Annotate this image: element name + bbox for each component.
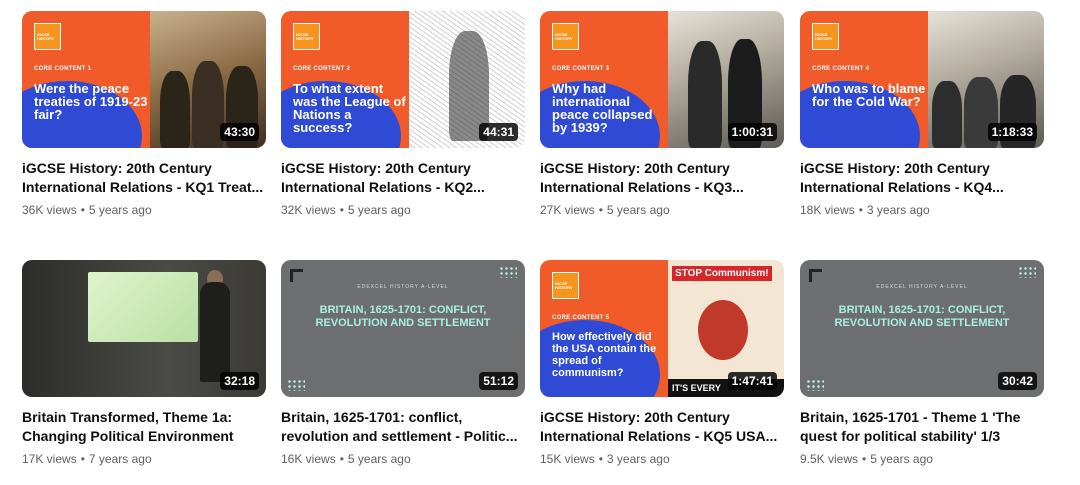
lecturer-figure xyxy=(200,282,230,382)
view-count: 27K views xyxy=(540,203,595,217)
upload-age: 5 years ago xyxy=(606,203,670,217)
video-meta: 18K views • 3 years ago xyxy=(800,203,930,217)
view-count: 16K views xyxy=(281,452,336,466)
video-title[interactable]: Britain, 1625-1701 - Theme 1 'The quest … xyxy=(800,408,1044,446)
upload-age: 5 years ago xyxy=(347,203,411,217)
thumbnail-question: Who was to blame for the Cold War? xyxy=(812,81,926,109)
logo-icon: IGCSE HISTORY xyxy=(552,272,579,299)
logo-icon: IGCSE HISTORY xyxy=(552,23,579,50)
video-card[interactable]: IGCSE HISTORY CORE CONTENT 1 Were the pe… xyxy=(22,11,266,218)
video-thumbnail[interactable]: 32:18 xyxy=(22,260,266,397)
poster-headline: STOP Communism! xyxy=(672,266,772,281)
video-meta: 36K views • 5 years ago xyxy=(22,203,152,217)
video-title[interactable]: iGCSE History: 20th Century Internationa… xyxy=(540,159,784,197)
video-duration: 51:12 xyxy=(479,372,518,390)
thumbnail-question: Were the peace treaties of 1919-23 fair? xyxy=(34,81,148,122)
core-content-label: CORE CONTENT 2 xyxy=(293,66,351,72)
video-duration: 44:31 xyxy=(479,123,518,141)
dot-grid-icon xyxy=(806,379,824,391)
logo-icon: IGCSE HISTORY xyxy=(812,23,839,50)
logo-icon: IGCSE HISTORY xyxy=(293,23,320,50)
upload-age: 3 years ago xyxy=(866,203,930,217)
video-thumbnail[interactable]: EDEXCEL HISTORY A-LEVEL BRITAIN, 1625-17… xyxy=(800,260,1044,397)
upload-age: 5 years ago xyxy=(347,452,411,466)
video-duration: 1:47:41 xyxy=(727,372,777,390)
thumbnail-panel: IGCSE HISTORY CORE CONTENT 1 Were the pe… xyxy=(22,11,150,148)
logo-icon: IGCSE HISTORY xyxy=(34,23,61,50)
video-card[interactable]: IGCSE HISTORY CORE CONTENT 4 Who was to … xyxy=(800,11,1044,218)
dot-grid-icon xyxy=(499,266,517,278)
core-content-label: CORE CONTENT 3 xyxy=(552,66,610,72)
video-meta: 27K views • 5 years ago xyxy=(540,203,670,217)
core-content-label: CORE CONTENT 1 xyxy=(34,66,92,72)
video-meta: 9.5K views • 5 years ago xyxy=(800,452,933,466)
thumbnail-heading: BRITAIN, 1625-1701: CONFLICT, REVOLUTION… xyxy=(315,304,491,329)
video-meta: 17K views • 7 years ago xyxy=(22,452,152,466)
thumbnail-heading: BRITAIN, 1625-1701: CONFLICT, REVOLUTION… xyxy=(834,304,1010,329)
view-count: 18K views xyxy=(800,203,855,217)
video-card[interactable]: EDEXCEL HISTORY A-LEVEL BRITAIN, 1625-17… xyxy=(800,260,1044,467)
core-content-label: CORE CONTENT 5 xyxy=(552,315,610,321)
video-duration: 1:00:31 xyxy=(727,123,777,141)
video-thumbnail[interactable]: IGCSE HISTORY CORE CONTENT 3 Why had int… xyxy=(540,11,784,148)
thumbnail-subtitle: EDEXCEL HISTORY A-LEVEL xyxy=(357,284,449,290)
video-duration: 1:18:33 xyxy=(987,123,1037,141)
video-duration: 32:18 xyxy=(220,372,259,390)
thumbnail-panel: IGCSE HISTORY CORE CONTENT 4 Who was to … xyxy=(800,11,928,148)
dot-grid-icon xyxy=(1018,266,1036,278)
view-count: 17K views xyxy=(22,452,77,466)
video-meta: 16K views • 5 years ago xyxy=(281,452,411,466)
upload-age: 5 years ago xyxy=(870,452,933,466)
thumbnail-question: Why had international peace collapsed by… xyxy=(552,81,653,135)
video-duration: 43:30 xyxy=(220,123,259,141)
video-thumbnail[interactable]: EDEXCEL HISTORY A-LEVEL BRITAIN, 1625-17… xyxy=(281,260,525,397)
video-card[interactable]: IGCSE HISTORY CORE CONTENT 5 How effecti… xyxy=(540,260,784,467)
upload-age: 7 years ago xyxy=(88,452,152,466)
thumbnail-question: How effectively did the USA contain the … xyxy=(552,331,657,379)
video-thumbnail[interactable]: IGCSE HISTORY CORE CONTENT 2 To what ext… xyxy=(281,11,525,148)
upload-age: 5 years ago xyxy=(88,203,152,217)
corner-bracket-icon xyxy=(809,269,822,282)
thumbnail-panel: IGCSE HISTORY CORE CONTENT 3 Why had int… xyxy=(540,11,668,148)
thumbnail-panel: IGCSE HISTORY CORE CONTENT 2 To what ext… xyxy=(281,11,409,148)
video-meta: 32K views • 5 years ago xyxy=(281,203,411,217)
video-meta: 15K views • 3 years ago xyxy=(540,452,670,466)
thumbnail-question: To what extent was the League of Nations… xyxy=(293,81,406,135)
core-content-label: CORE CONTENT 4 xyxy=(812,66,870,72)
view-count: 36K views xyxy=(22,203,77,217)
thumbnail-subtitle: EDEXCEL HISTORY A-LEVEL xyxy=(876,284,968,290)
video-title[interactable]: iGCSE History: 20th Century Internationa… xyxy=(22,159,266,197)
poster-caption: IT'S EVERY xyxy=(672,383,721,393)
video-thumbnail[interactable]: IGCSE HISTORY CORE CONTENT 4 Who was to … xyxy=(800,11,1044,148)
projector-screen xyxy=(88,272,198,342)
video-title[interactable]: iGCSE History: 20th Century Internationa… xyxy=(281,159,525,197)
video-duration: 30:42 xyxy=(998,372,1037,390)
video-title[interactable]: Britain Transformed, Theme 1a: Changing … xyxy=(22,408,266,446)
video-card[interactable]: 32:18 Britain Transformed, Theme 1a: Cha… xyxy=(22,260,266,467)
dot-grid-icon xyxy=(287,379,305,391)
video-card[interactable]: IGCSE HISTORY CORE CONTENT 2 To what ext… xyxy=(281,11,525,218)
video-thumbnail[interactable]: IGCSE HISTORY CORE CONTENT 5 How effecti… xyxy=(540,260,784,397)
video-title[interactable]: iGCSE History: 20th Century Internationa… xyxy=(800,159,1044,197)
video-card[interactable]: IGCSE HISTORY CORE CONTENT 3 Why had int… xyxy=(540,11,784,218)
thumbnail-panel: IGCSE HISTORY CORE CONTENT 5 How effecti… xyxy=(540,260,668,397)
upload-age: 3 years ago xyxy=(606,452,670,466)
video-card[interactable]: EDEXCEL HISTORY A-LEVEL BRITAIN, 1625-17… xyxy=(281,260,525,467)
corner-bracket-icon xyxy=(290,269,303,282)
view-count: 32K views xyxy=(281,203,336,217)
video-title[interactable]: iGCSE History: 20th Century Internationa… xyxy=(540,408,784,446)
video-title[interactable]: Britain, 1625-1701: conflict, revolution… xyxy=(281,408,525,446)
view-count: 15K views xyxy=(540,452,595,466)
view-count: 9.5K views xyxy=(800,452,859,466)
video-thumbnail[interactable]: IGCSE HISTORY CORE CONTENT 1 Were the pe… xyxy=(22,11,266,148)
